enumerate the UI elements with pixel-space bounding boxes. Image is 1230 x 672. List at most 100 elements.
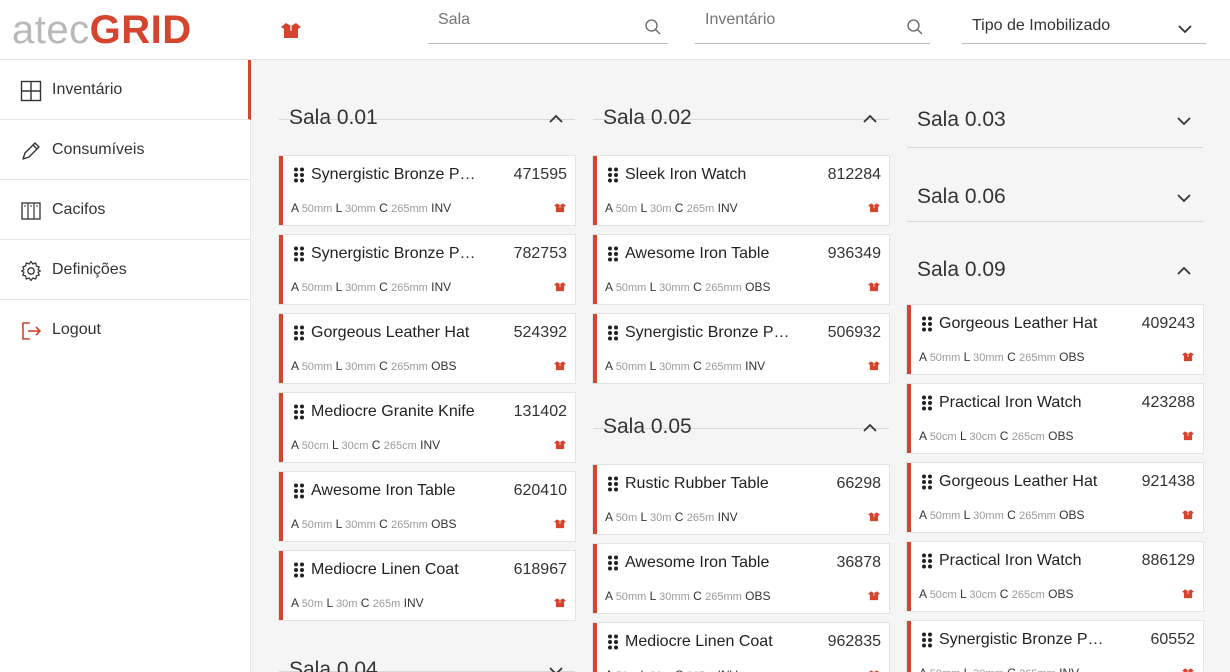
chevron-down-icon[interactable] (1175, 189, 1193, 207)
dim-l-value: 30 (969, 589, 982, 601)
dim-a-value: 50 (301, 519, 314, 531)
drag-handle-icon[interactable] (293, 167, 305, 183)
dim-unit: mm (942, 668, 960, 672)
section-header-sala-006[interactable]: Sala 0.06 (907, 148, 1203, 222)
card-dimensions: A 50m L 30m C 265m INV (291, 596, 424, 610)
inventory-card[interactable]: Synergistic Bronze P… 782753 A 50mm L 30… (279, 235, 575, 304)
sidebar-item-inventario[interactable]: Inventário (0, 60, 251, 120)
inventory-card[interactable]: Sleek Iron Watch 812284 A 50m L 30m C 26… (593, 156, 889, 225)
section-header-sala-001[interactable]: Sala 0.01 (279, 60, 575, 129)
drag-handle-icon[interactable] (607, 246, 619, 262)
chevron-down-icon[interactable] (547, 662, 565, 672)
inventario-search-input[interactable] (695, 8, 930, 44)
search-icon[interactable] (644, 18, 662, 36)
box-icon[interactable] (553, 518, 567, 530)
card-dimensions: A 50mm L 30mm C 265mm OBS (605, 589, 771, 603)
drag-handle-icon[interactable] (921, 316, 933, 332)
drag-handle-icon[interactable] (921, 553, 933, 569)
sidebar-item-consumiveis[interactable]: Consumíveis (0, 120, 251, 180)
drag-handle-icon[interactable] (607, 555, 619, 571)
search-icon[interactable] (906, 18, 924, 36)
section-header-sala-009[interactable]: Sala 0.09 (907, 222, 1203, 290)
inventory-card[interactable]: Awesome Iron Table 936349 A 50mm L 30mm … (593, 235, 889, 304)
sala-search-input[interactable] (428, 8, 668, 44)
card-dimensions: A 50mm L 30mm C 265mm INV (605, 359, 766, 373)
inventory-card[interactable]: Rustic Rubber Table 66298 A 50m L 30m C … (593, 465, 889, 534)
dim-a-value: 50 (615, 203, 628, 215)
box-icon[interactable] (867, 590, 881, 602)
box-icon[interactable] (553, 439, 567, 451)
box-icon[interactable] (553, 202, 567, 214)
drag-handle-icon[interactable] (921, 395, 933, 411)
card-item-name: Gorgeous Leather Hat (311, 324, 470, 341)
dim-l-value: 30 (345, 203, 358, 215)
box-icon[interactable] (1181, 351, 1195, 363)
card-item-number: 936349 (827, 245, 881, 262)
inventory-card[interactable]: Mediocre Linen Coat 962835 A 50m L 30m C… (593, 623, 889, 672)
drag-handle-icon[interactable] (607, 476, 619, 492)
section-header-sala-004[interactable]: Sala 0.04 (279, 612, 575, 672)
inventory-card[interactable]: Gorgeous Leather Hat 524392 A 50mm L 30m… (279, 314, 575, 383)
inventory-card[interactable]: Awesome Iron Table 620410 A 50mm L 30mm … (279, 472, 575, 541)
inventory-card[interactable]: Synergistic Bronze P… 60552 A 50mm L 30m… (907, 621, 1203, 672)
box-icon[interactable] (279, 21, 303, 41)
grid-layout-icon (20, 80, 42, 102)
card-item-name: Synergistic Bronze P… (311, 166, 476, 183)
dim-unit: mm (1037, 668, 1055, 672)
box-icon[interactable] (1181, 667, 1195, 672)
sidebar-item-logout[interactable]: Logout (0, 300, 251, 360)
chevron-up-icon[interactable] (861, 110, 879, 128)
inventory-card[interactable]: Practical Iron Watch 423288 A 50cm L 30c… (907, 384, 1203, 453)
box-icon[interactable] (867, 202, 881, 214)
card-item-number: 782753 (513, 245, 567, 262)
box-icon[interactable] (1181, 509, 1195, 521)
chevron-down-icon[interactable] (1175, 112, 1193, 130)
drag-handle-icon[interactable] (607, 325, 619, 341)
box-icon[interactable] (867, 281, 881, 293)
dim-a-value: 50 (301, 282, 314, 294)
drag-handle-icon[interactable] (293, 246, 305, 262)
inventory-card[interactable]: Practical Iron Watch 886129 A 50cm L 30c… (907, 542, 1203, 611)
inventory-card[interactable]: Gorgeous Leather Hat 409243 A 50mm L 30m… (907, 305, 1203, 374)
inventory-card[interactable]: Synergistic Bronze P… 506932 A 50mm L 30… (593, 314, 889, 383)
sidebar-item-definicoes[interactable]: Definições (0, 240, 251, 300)
drag-handle-icon[interactable] (921, 632, 933, 648)
inventory-card[interactable]: Synergistic Bronze P… 471595 A 50mm L 30… (279, 156, 575, 225)
card-item-number: 506932 (827, 324, 881, 341)
drag-handle-icon[interactable] (293, 483, 305, 499)
sidebar-item-cacifos[interactable]: Cacifos (0, 180, 251, 240)
inventory-card[interactable]: Gorgeous Leather Hat 921438 A 50mm L 30m… (907, 463, 1203, 532)
box-icon[interactable] (1181, 588, 1195, 600)
drag-handle-icon[interactable] (607, 167, 619, 183)
dim-l-value: 30 (336, 598, 349, 610)
drag-handle-icon[interactable] (921, 474, 933, 490)
inventory-card[interactable]: Awesome Iron Table 36878 A 50mm L 30mm C… (593, 544, 889, 613)
section-header-sala-003[interactable]: Sala 0.03 (907, 60, 1203, 148)
card-item-name: Practical Iron Watch (939, 552, 1082, 569)
dim-a-value: 50 (301, 361, 314, 373)
chevron-up-icon[interactable] (861, 419, 879, 437)
box-icon[interactable] (553, 281, 567, 293)
card-item-number: 471595 (513, 166, 567, 183)
chevron-up-icon[interactable] (547, 110, 565, 128)
drag-handle-icon[interactable] (293, 404, 305, 420)
inventory-card[interactable]: Mediocre Granite Knife 131402 A 50cm L 3… (279, 393, 575, 462)
box-icon[interactable] (553, 597, 567, 609)
inventory-card[interactable]: Mediocre Linen Coat 618967 A 50m L 30m C… (279, 551, 575, 620)
card-dimensions: A 50mm L 30mm C 265mm INV (291, 280, 452, 294)
box-icon[interactable] (867, 360, 881, 372)
section-header-sala-002[interactable]: Sala 0.02 (593, 60, 889, 129)
drag-handle-icon[interactable] (293, 562, 305, 578)
box-icon[interactable] (867, 511, 881, 523)
box-icon[interactable] (553, 360, 567, 372)
dim-a-value: 50 (615, 591, 628, 603)
tipo-imobilizado-select[interactable]: Tipo de Imobilizado (962, 8, 1206, 44)
card-dimensions: A 50mm L 30mm C 265mm INV (291, 201, 452, 215)
box-icon[interactable] (1181, 430, 1195, 442)
section-title: Sala 0.05 (603, 415, 692, 438)
card-dimensions: A 50mm L 30mm C 265mm OBS (919, 350, 1085, 364)
app-logo[interactable]: atecGRID (12, 8, 192, 52)
drag-handle-icon[interactable] (293, 325, 305, 341)
drag-handle-icon[interactable] (607, 634, 619, 650)
chevron-up-icon[interactable] (1175, 262, 1193, 280)
